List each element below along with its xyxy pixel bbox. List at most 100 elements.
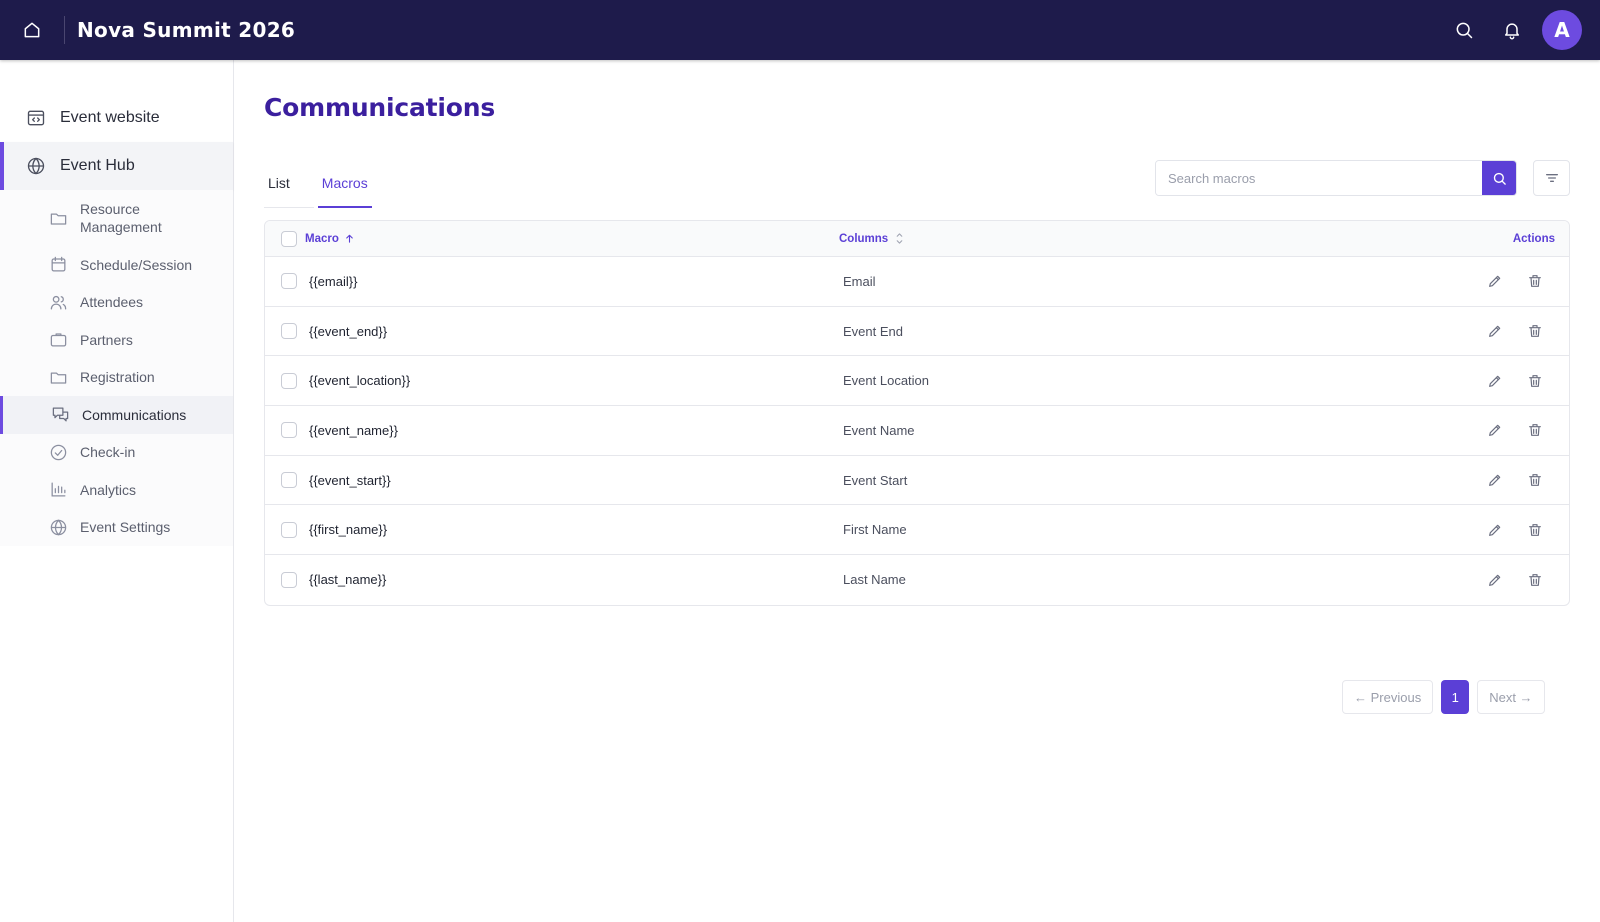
delete-button[interactable] <box>1515 515 1555 545</box>
topbar-divider <box>64 16 65 44</box>
row-actions <box>1469 366 1569 396</box>
sidebar-item-communications[interactable]: Communications <box>0 396 233 434</box>
row-checkbox[interactable] <box>281 472 297 489</box>
macro-cell: {{event_name}} <box>309 422 398 438</box>
check-circle-icon <box>48 442 68 462</box>
globe-icon <box>26 156 46 176</box>
column-cell: Event Name <box>843 422 915 438</box>
notifications-button[interactable] <box>1488 0 1536 60</box>
table-row: {{event_end}} Event End <box>265 307 1569 357</box>
row-checkbox[interactable] <box>281 422 297 439</box>
edit-button[interactable] <box>1475 415 1515 445</box>
row-actions <box>1469 465 1569 495</box>
edit-button[interactable] <box>1475 316 1515 346</box>
page-number-button[interactable]: 1 <box>1441 680 1470 714</box>
select-all-checkbox[interactable] <box>281 230 297 247</box>
search-button[interactable] <box>1440 0 1488 60</box>
pencil-icon <box>1485 570 1505 590</box>
search-icon <box>1489 168 1509 188</box>
row-checkbox[interactable] <box>281 571 297 588</box>
macro-cell: {{event_end}} <box>309 323 388 339</box>
edit-button[interactable] <box>1475 366 1515 396</box>
home-button[interactable] <box>0 0 64 60</box>
column-cell: Email <box>843 273 876 289</box>
edit-button[interactable] <box>1475 515 1515 545</box>
trash-icon <box>1525 420 1545 440</box>
row-checkbox[interactable] <box>281 323 297 340</box>
sidebar-item-label: Check-in <box>80 444 136 461</box>
folder-icon <box>48 367 68 387</box>
pencil-icon <box>1485 321 1505 341</box>
home-icon <box>22 20 42 40</box>
delete-button[interactable] <box>1515 316 1555 346</box>
globe-icon <box>48 517 68 537</box>
sidebar-item-label: Attendees <box>80 294 144 311</box>
row-actions <box>1469 515 1569 545</box>
table-header: Macro Columns Actions <box>265 221 1569 257</box>
sidebar-item-label: Event Settings <box>80 519 171 536</box>
sidebar-item-analytics[interactable]: Analytics <box>0 471 233 509</box>
sidebar-item-registration[interactable]: Registration <box>0 359 233 397</box>
sidebar-item-partners[interactable]: Partners <box>0 321 233 359</box>
edit-button[interactable] <box>1475 565 1515 595</box>
sidebar-item-schedule-session[interactable]: Schedule/Session <box>0 246 233 284</box>
sidebar-item-resource-management[interactable]: Resource Management <box>0 190 233 246</box>
filter-button[interactable] <box>1533 160 1570 196</box>
avatar[interactable]: A <box>1542 10 1582 50</box>
column-cell: Event End <box>843 323 903 339</box>
tab-list[interactable]: List <box>264 160 294 208</box>
bar-chart-icon <box>48 480 68 500</box>
pencil-icon <box>1485 420 1505 440</box>
column-cell: Event Location <box>843 373 930 389</box>
table-row: {{first_name}} First Name <box>265 505 1569 556</box>
delete-button[interactable] <box>1515 366 1555 396</box>
sidebar-item-attendees[interactable]: Attendees <box>0 284 233 322</box>
delete-button[interactable] <box>1515 465 1555 495</box>
tab-bar: List Macros <box>264 160 396 208</box>
table-row: {{event_start}} Event Start <box>265 456 1569 506</box>
sidebar-item-label: Resource Management <box>80 201 162 235</box>
trash-icon <box>1525 570 1545 590</box>
main-content: Communications List Macros Macro <box>264 60 1570 714</box>
sidebar-item-check-in[interactable]: Check-in <box>0 434 233 472</box>
trash-icon <box>1525 321 1545 341</box>
sidebar-item-event-website[interactable]: Event website <box>0 94 233 142</box>
sidebar-item-label: Analytics <box>80 481 137 498</box>
pencil-icon <box>1485 470 1505 490</box>
macros-table: Macro Columns Actions {{email}} Email {{ev… <box>264 220 1570 606</box>
previous-page-button[interactable]: ← Previous <box>1342 680 1434 714</box>
sidebar-item-event-settings[interactable]: Event Settings <box>0 509 233 547</box>
trash-icon <box>1525 520 1545 540</box>
calendar-icon <box>48 255 68 275</box>
sidebar: Event website Event Hub Resource Managem… <box>0 60 234 922</box>
bell-icon <box>1502 20 1522 40</box>
delete-button[interactable] <box>1515 565 1555 595</box>
row-checkbox[interactable] <box>281 521 297 538</box>
column-header-label: Columns <box>839 232 889 245</box>
delete-button[interactable] <box>1515 266 1555 296</box>
row-actions <box>1469 565 1569 595</box>
column-header-label: Macro <box>305 232 339 245</box>
row-checkbox[interactable] <box>281 372 297 389</box>
tab-divider <box>264 207 314 208</box>
sort-icon <box>892 229 906 249</box>
edit-button[interactable] <box>1475 465 1515 495</box>
column-header-columns[interactable]: Columns <box>839 229 1469 249</box>
table-row: {{event_name}} Event Name <box>265 406 1569 456</box>
edit-button[interactable] <box>1475 266 1515 296</box>
macro-cell: {{event_location}} <box>309 373 411 389</box>
search-icon <box>1454 20 1474 40</box>
users-icon <box>48 292 68 312</box>
sidebar-item-label: Partners <box>80 331 133 348</box>
pencil-icon <box>1485 371 1505 391</box>
column-cell: First Name <box>843 522 907 538</box>
tab-macros[interactable]: Macros <box>317 160 372 208</box>
row-checkbox[interactable] <box>281 273 297 290</box>
column-header-macro[interactable]: Macro <box>305 229 839 249</box>
app-title: Nova Summit 2026 <box>77 18 296 42</box>
sidebar-item-event-hub[interactable]: Event Hub <box>0 142 233 190</box>
delete-button[interactable] <box>1515 415 1555 445</box>
next-page-button[interactable]: Next → <box>1477 680 1545 714</box>
search-submit-button[interactable] <box>1482 161 1516 195</box>
search-input[interactable] <box>1156 161 1482 195</box>
